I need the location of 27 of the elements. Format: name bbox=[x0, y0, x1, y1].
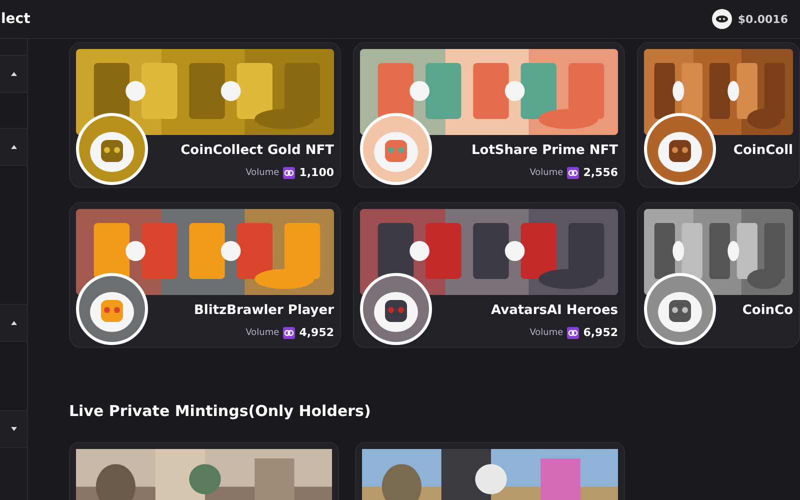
volume-label: Volume bbox=[530, 328, 564, 338]
minting-card[interactable] bbox=[355, 442, 625, 500]
volume-value: 4,952 bbox=[299, 326, 334, 339]
volume-value: 6,952 bbox=[583, 326, 618, 339]
token-price: $0.0016 bbox=[738, 12, 788, 26]
collection-name: CoinCo bbox=[742, 303, 793, 318]
volume-value: 1,100 bbox=[299, 166, 334, 179]
section-title: Live Private Mintings(Only Holders) bbox=[69, 402, 372, 420]
token-icon bbox=[567, 326, 580, 338]
volume-label: Volume bbox=[246, 328, 280, 338]
caret-icon[interactable] bbox=[10, 427, 16, 431]
collection-name: CoinCollect Gold NFT bbox=[180, 143, 334, 158]
volume-label: Volume bbox=[530, 168, 564, 178]
caret-icon[interactable] bbox=[10, 321, 16, 325]
collection-name: AvatarsAI Heroes bbox=[491, 303, 618, 318]
caret-icon[interactable] bbox=[10, 72, 16, 76]
collection-name: LotShare Prime NFT bbox=[472, 143, 618, 158]
token-icon bbox=[283, 166, 296, 178]
volume-label: Volume bbox=[246, 168, 280, 178]
token-icon bbox=[283, 326, 296, 338]
collection-name: CoinColl bbox=[733, 143, 793, 158]
volume-value: 2,556 bbox=[583, 166, 618, 179]
app-title: lect bbox=[1, 11, 30, 27]
token-icon bbox=[567, 166, 580, 178]
caret-icon[interactable] bbox=[10, 145, 16, 149]
collection-name: BlitzBrawler Player bbox=[194, 303, 334, 318]
minting-card[interactable] bbox=[69, 442, 339, 500]
